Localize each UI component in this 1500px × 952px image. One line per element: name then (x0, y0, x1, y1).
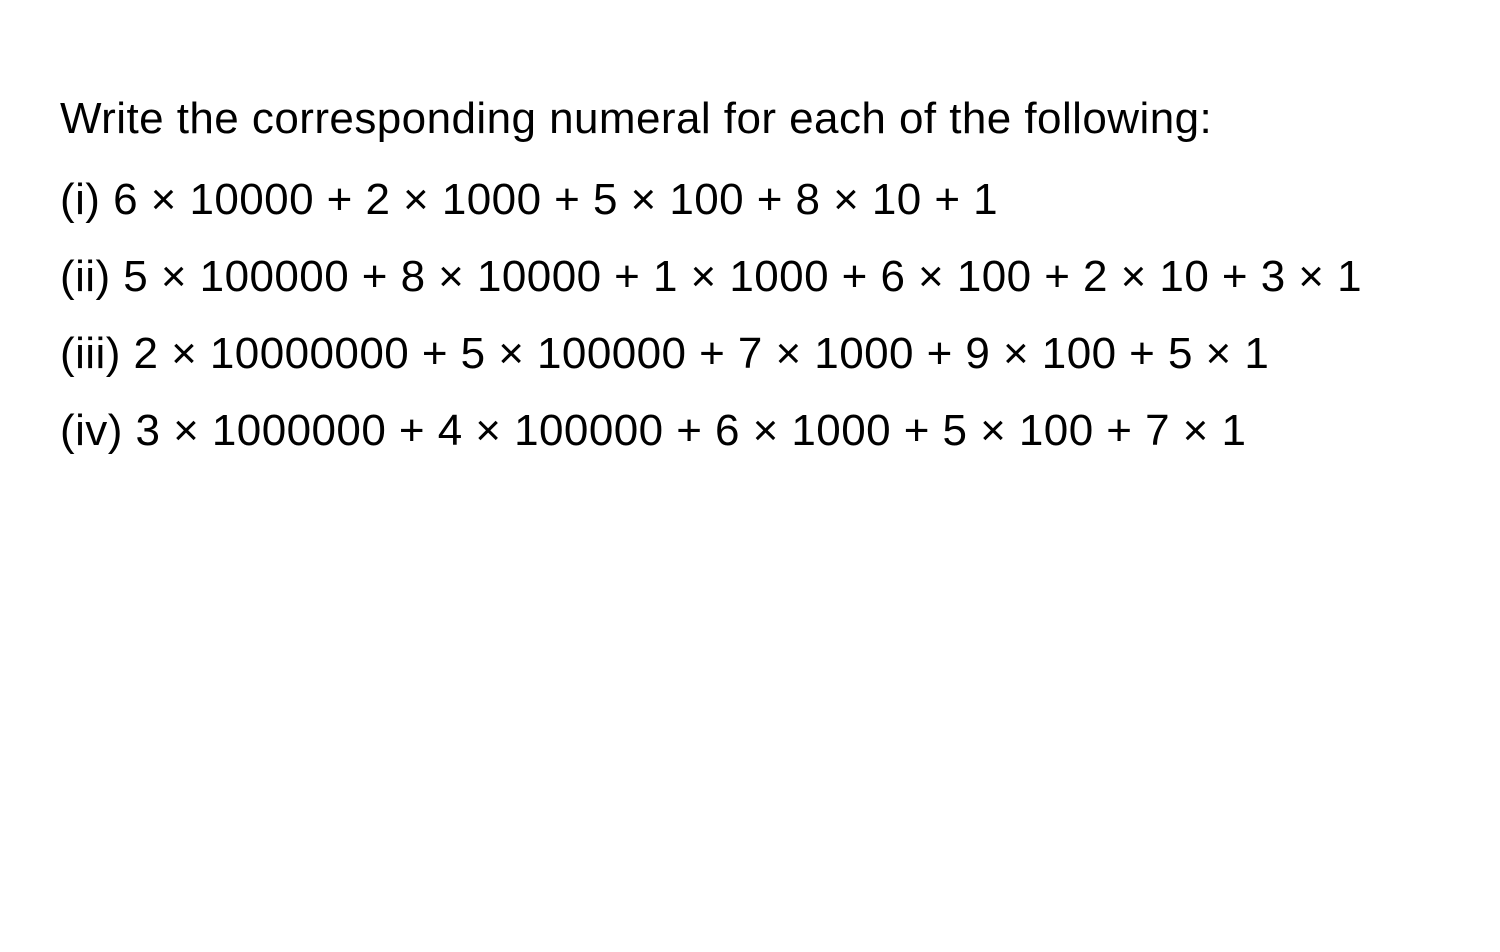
question-intro: Write the corresponding numeral for each… (60, 80, 1440, 157)
question-content: Write the corresponding numeral for each… (60, 80, 1440, 469)
question-item-1: (i) 6 × 10000 + 2 × 1000 + 5 × 100 + 8 ×… (60, 161, 1440, 238)
question-item-3: (iii) 2 × 10000000 + 5 × 100000 + 7 × 10… (60, 315, 1440, 392)
question-item-2: (ii) 5 × 100000 + 8 × 10000 + 1 × 1000 +… (60, 238, 1440, 315)
question-item-4: (iv) 3 × 1000000 + 4 × 100000 + 6 × 1000… (60, 392, 1440, 469)
